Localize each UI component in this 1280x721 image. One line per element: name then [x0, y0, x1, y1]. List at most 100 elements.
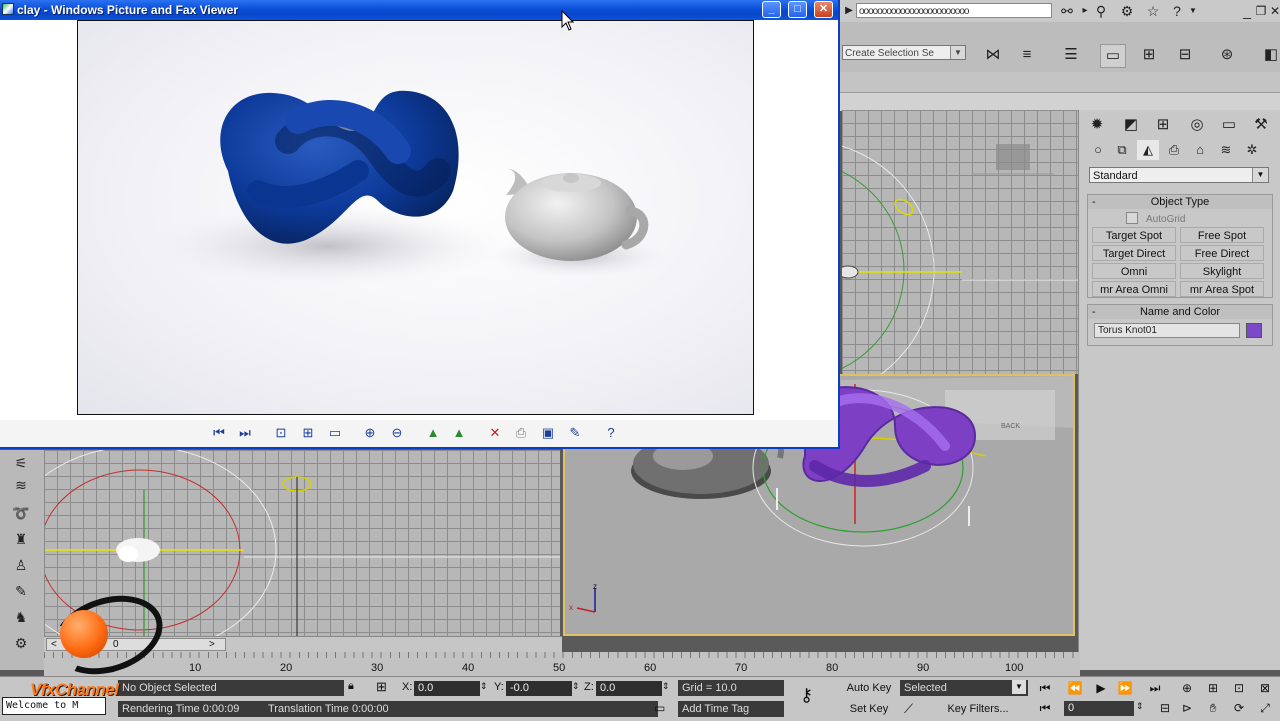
name-and-color-header[interactable]: - Name and Color: [1088, 305, 1272, 319]
autogrid-checkbox[interactable]: AutoGrid: [1126, 212, 1185, 225]
x-spinner-icon[interactable]: ⇕: [480, 681, 488, 692]
figure-icon[interactable]: ♜: [8, 528, 34, 550]
curve-editor-icon[interactable]: ⊞: [1136, 44, 1162, 68]
key-mode-key-icon[interactable]: ⚷: [800, 685, 813, 706]
modify-tab-icon[interactable]: ◩: [1119, 114, 1143, 136]
tangent-icon[interactable]: ⟋: [904, 701, 913, 717]
edit-icon[interactable]: ✎: [565, 424, 585, 442]
material-editor-icon[interactable]: ⊛: [1214, 44, 1240, 68]
close-button[interactable]: ✕: [814, 1, 833, 18]
display-tab-icon[interactable]: ▭: [1217, 114, 1241, 136]
time-config-icon[interactable]: ⊟: [1154, 699, 1176, 717]
render-setup-icon[interactable]: ◧: [1258, 44, 1280, 68]
object-color-swatch[interactable]: [1246, 323, 1262, 338]
actual-size-icon[interactable]: ⊞: [298, 424, 318, 442]
lights-icon[interactable]: ◭: [1137, 140, 1159, 160]
brush-icon[interactable]: ✎: [8, 580, 34, 602]
free-spot-button[interactable]: Free Spot: [1180, 227, 1264, 243]
current-frame-field[interactable]: 0: [1064, 701, 1134, 716]
character-icon[interactable]: ♙: [8, 554, 34, 576]
key-filters-button[interactable]: Key Filters...: [930, 701, 1026, 717]
time-tag-icon[interactable]: ▭: [654, 701, 665, 715]
pan-icon[interactable]: ✋︎: [1202, 699, 1224, 717]
save-icon[interactable]: ▣: [538, 424, 558, 442]
next-image-icon[interactable]: ⏭: [235, 424, 255, 442]
zoom-extents-icon[interactable]: ⊡: [1228, 679, 1250, 697]
lock-selection-icon[interactable]: 🔒︎: [348, 680, 354, 693]
key-mode-dropdown[interactable]: Selected ▼: [900, 680, 1028, 696]
object-name-field[interactable]: Torus Knot01: [1094, 323, 1240, 338]
frame-spinner-icon[interactable]: ⇕: [1136, 701, 1144, 712]
geometry-icon[interactable]: ○: [1087, 140, 1109, 160]
light-category-dropdown[interactable]: Standard ▼: [1089, 167, 1269, 183]
play-arrow-icon[interactable]: ▶: [840, 2, 858, 20]
previous-frame-icon[interactable]: ⏪: [1064, 679, 1086, 697]
cameras-icon[interactable]: ⎙: [1163, 140, 1185, 160]
rotate-clockwise-icon[interactable]: ▲: [423, 424, 443, 442]
target-spot-button[interactable]: Target Spot: [1092, 227, 1176, 243]
tool-icon[interactable]: ⚟: [8, 452, 34, 474]
layer-manager-icon[interactable]: ☰: [1058, 44, 1084, 68]
hierarchy-tab-icon[interactable]: ⊞: [1151, 114, 1175, 136]
create-tab-icon[interactable]: ✹: [1085, 114, 1109, 136]
zoom-icon[interactable]: ⊕: [1176, 679, 1198, 697]
mirror-icon[interactable]: ⋈: [980, 44, 1006, 68]
omni-button[interactable]: Omni: [1092, 263, 1176, 279]
infocenter-search-field[interactable]: oooooooooooooooooooooooo: [856, 3, 1052, 18]
mr-area-spot-button[interactable]: mr Area Spot: [1180, 281, 1264, 297]
viewer-title-bar[interactable]: clay - Windows Picture and Fax Viewer _ …: [0, 0, 838, 20]
field-of-view-icon[interactable]: ⊳: [1176, 699, 1198, 717]
x-coordinate-field[interactable]: 0.0: [414, 681, 480, 696]
gear-icon[interactable]: ⚙: [8, 632, 34, 654]
print-icon[interactable]: ⎙: [511, 424, 531, 442]
slideshow-icon[interactable]: ▭: [325, 424, 345, 442]
go-to-start-icon[interactable]: ⏮: [1034, 679, 1056, 697]
y-coordinate-field[interactable]: -0.0: [506, 681, 572, 696]
maximize-button[interactable]: □: [788, 1, 807, 18]
motion-tab-icon[interactable]: ◎: [1185, 114, 1209, 136]
y-spinner-icon[interactable]: ⇕: [572, 681, 580, 692]
maximize-viewport-icon[interactable]: ⤢: [1254, 699, 1276, 717]
key-icon[interactable]: ⚲: [1092, 2, 1110, 20]
schematic-view-icon[interactable]: ⊟: [1172, 44, 1198, 68]
close-icon[interactable]: ✕: [1266, 2, 1280, 20]
help-icon[interactable]: ?: [601, 424, 621, 442]
helpers-icon[interactable]: ⌂: [1189, 140, 1211, 160]
target-direct-button[interactable]: Target Direct: [1092, 245, 1176, 261]
crane-icon[interactable]: ♞: [8, 606, 34, 628]
align-icon[interactable]: ≡: [1014, 44, 1040, 68]
systems-icon[interactable]: ✲: [1241, 140, 1263, 160]
rope-icon[interactable]: ➰: [8, 502, 34, 524]
delete-icon[interactable]: ✕: [485, 424, 505, 442]
play-icon[interactable]: ▶: [1090, 679, 1112, 697]
space-warps-icon[interactable]: ≋: [1215, 140, 1237, 160]
wave-icon[interactable]: ≋: [8, 474, 34, 496]
utilities-tab-icon[interactable]: ⚒: [1249, 114, 1273, 136]
shapes-icon[interactable]: ⧉: [1111, 140, 1133, 160]
auto-key-button[interactable]: Auto Key: [842, 680, 896, 696]
star-icon[interactable]: ☆: [1144, 2, 1162, 20]
z-spinner-icon[interactable]: ⇕: [662, 681, 670, 692]
help-dropdown-icon[interactable]: ▼: [1184, 2, 1202, 20]
best-fit-icon[interactable]: ⊡: [271, 424, 291, 442]
next-frame-icon[interactable]: ⏩: [1114, 679, 1136, 697]
orbit-icon[interactable]: ⟳: [1228, 699, 1250, 717]
named-selection-sets-dropdown[interactable]: Create Selection Se ▼: [842, 45, 966, 60]
z-coordinate-field[interactable]: 0.0: [596, 681, 662, 696]
minimize-button[interactable]: _: [762, 1, 781, 18]
track-bar[interactable]: 10 20 30 40 50 60 70 80 90 100: [44, 652, 1080, 676]
add-time-tag-button[interactable]: Add Time Tag: [678, 701, 784, 717]
key-mode-toggle-icon[interactable]: ⏮: [1034, 699, 1056, 717]
time-next-arrow[interactable]: >: [209, 639, 215, 650]
zoom-out-icon[interactable]: ⊖: [387, 424, 407, 442]
zoom-extents-all-icon[interactable]: ⊠: [1254, 679, 1276, 697]
free-direct-button[interactable]: Free Direct: [1180, 245, 1264, 261]
graph-editors-icon[interactable]: ▭: [1100, 44, 1126, 68]
skylight-button[interactable]: Skylight: [1180, 263, 1264, 279]
zoom-in-icon[interactable]: ⊕: [360, 424, 380, 442]
object-type-header[interactable]: - Object Type: [1088, 195, 1272, 209]
set-key-button[interactable]: Set Key: [842, 701, 896, 717]
absolute-mode-icon[interactable]: ⊞: [376, 679, 387, 695]
rotate-counterclockwise-icon[interactable]: ▲: [449, 424, 469, 442]
satellite-icon[interactable]: ⚙: [1118, 2, 1136, 20]
